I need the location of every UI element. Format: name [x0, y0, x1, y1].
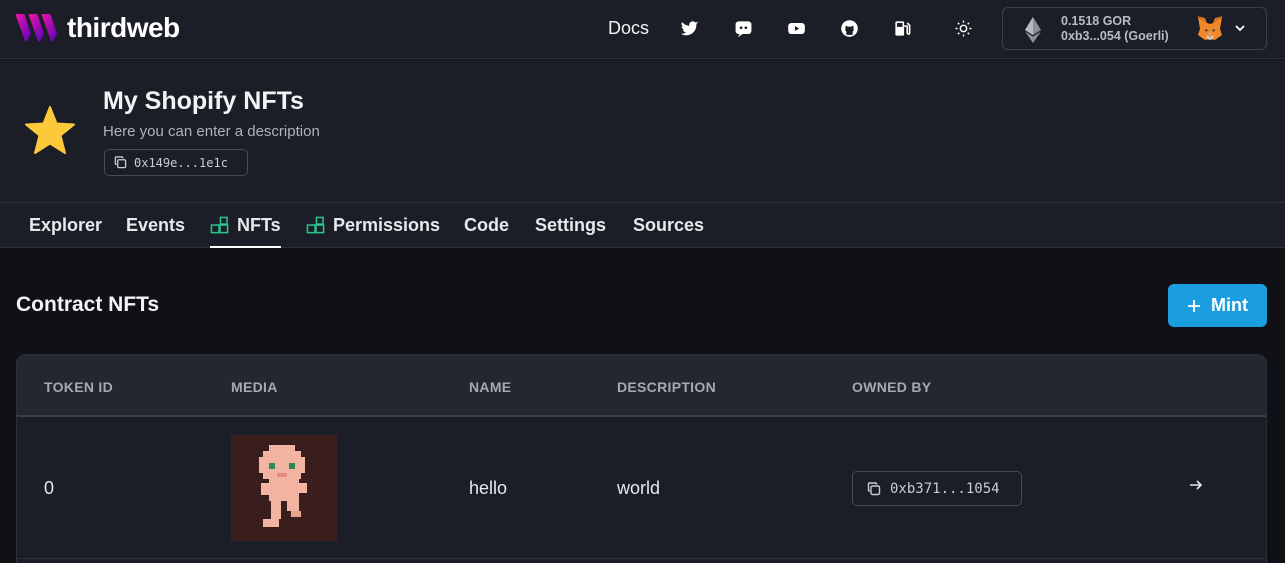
thirdweb-logo[interactable]: thirdweb	[15, 12, 180, 44]
tab-label: Settings	[535, 215, 607, 235]
extension-icon	[210, 216, 229, 234]
extension-icon	[306, 216, 325, 234]
contract-address-copy-button[interactable]: 0x149e...1e1c	[104, 149, 248, 176]
owner-address: 0xb371...1054	[890, 480, 1000, 497]
table-row[interactable]: 0 hello world 0xb371...1054	[17, 419, 1266, 559]
tab-label: Sources	[633, 215, 705, 235]
youtube-icon[interactable]	[786, 18, 806, 38]
metamask-icon	[1197, 16, 1223, 40]
gas-icon[interactable]	[892, 18, 912, 38]
star-icon	[25, 106, 75, 154]
contract-tabs: Explorer Events NFTs Permissions Code Se…	[0, 203, 1285, 248]
tab-label: Events	[126, 215, 186, 235]
tab-label: NFTs	[237, 215, 281, 235]
description-cell: world	[617, 478, 661, 498]
column-header-media: MEDIA	[231, 379, 278, 395]
copy-icon	[114, 156, 127, 169]
tab-label: Explorer	[29, 215, 103, 235]
chevron-down-icon	[1235, 25, 1245, 32]
wallet-button[interactable]: 0.1518 GOR 0xb3...054 (Goerli)	[1002, 7, 1267, 50]
tab-events[interactable]: Events	[126, 215, 185, 236]
contract-description: Here you can enter a description	[103, 123, 320, 140]
column-header-name: NAME	[469, 379, 512, 395]
docs-link[interactable]: Docs	[608, 18, 649, 39]
column-header-description: DESCRIPTION	[617, 379, 716, 395]
contract-name: My Shopify NFTs	[103, 87, 304, 115]
column-header-owned-by: OWNED BY	[852, 379, 932, 395]
plus-icon	[1188, 299, 1200, 312]
tab-nfts[interactable]: NFTs	[210, 215, 281, 248]
tab-explorer[interactable]: Explorer	[29, 215, 102, 236]
copy-icon	[867, 481, 881, 495]
tab-code[interactable]: Code	[464, 215, 509, 236]
ethereum-icon	[1025, 17, 1041, 43]
tab-settings[interactable]: Settings	[535, 215, 606, 236]
wallet-balance: 0.1518 GOR	[1061, 14, 1132, 28]
tab-sources[interactable]: Sources	[633, 215, 704, 236]
tab-permissions[interactable]: Permissions	[306, 215, 440, 236]
mint-button[interactable]: Mint	[1168, 284, 1267, 327]
contract-header: My Shopify NFTs Here you can enter a des…	[0, 60, 1285, 203]
tab-label: Code	[464, 215, 509, 235]
pixel-character-image	[231, 435, 337, 541]
twitter-icon[interactable]	[679, 18, 699, 38]
arrow-right-icon[interactable]	[1188, 477, 1204, 493]
nft-media-image	[231, 435, 337, 541]
github-icon[interactable]	[839, 18, 859, 38]
wallet-address: 0xb3...054 (Goerli)	[1061, 29, 1169, 43]
thirdweb-logo-icon	[15, 14, 57, 42]
section-title: Contract NFTs	[16, 293, 160, 316]
top-nav: thirdweb Docs 0.1518 GOR 0xb3...054 (Goe…	[0, 0, 1285, 59]
owner-address-copy-button[interactable]: 0xb371...1054	[852, 471, 1022, 506]
column-header-token-id: TOKEN ID	[44, 379, 114, 395]
token-id-cell: 0	[44, 478, 55, 498]
theme-toggle-icon[interactable]	[953, 18, 973, 38]
brand-name: thirdweb	[67, 12, 180, 43]
contract-address: 0x149e...1e1c	[134, 155, 228, 170]
name-cell: hello	[469, 478, 508, 498]
mint-label: Mint	[1211, 295, 1248, 315]
table-header: TOKEN ID MEDIA NAME DESCRIPTION OWNED BY	[17, 355, 1266, 417]
nfts-table: TOKEN ID MEDIA NAME DESCRIPTION OWNED BY…	[16, 354, 1267, 563]
discord-icon[interactable]	[733, 18, 753, 38]
tab-label: Permissions	[333, 215, 441, 235]
